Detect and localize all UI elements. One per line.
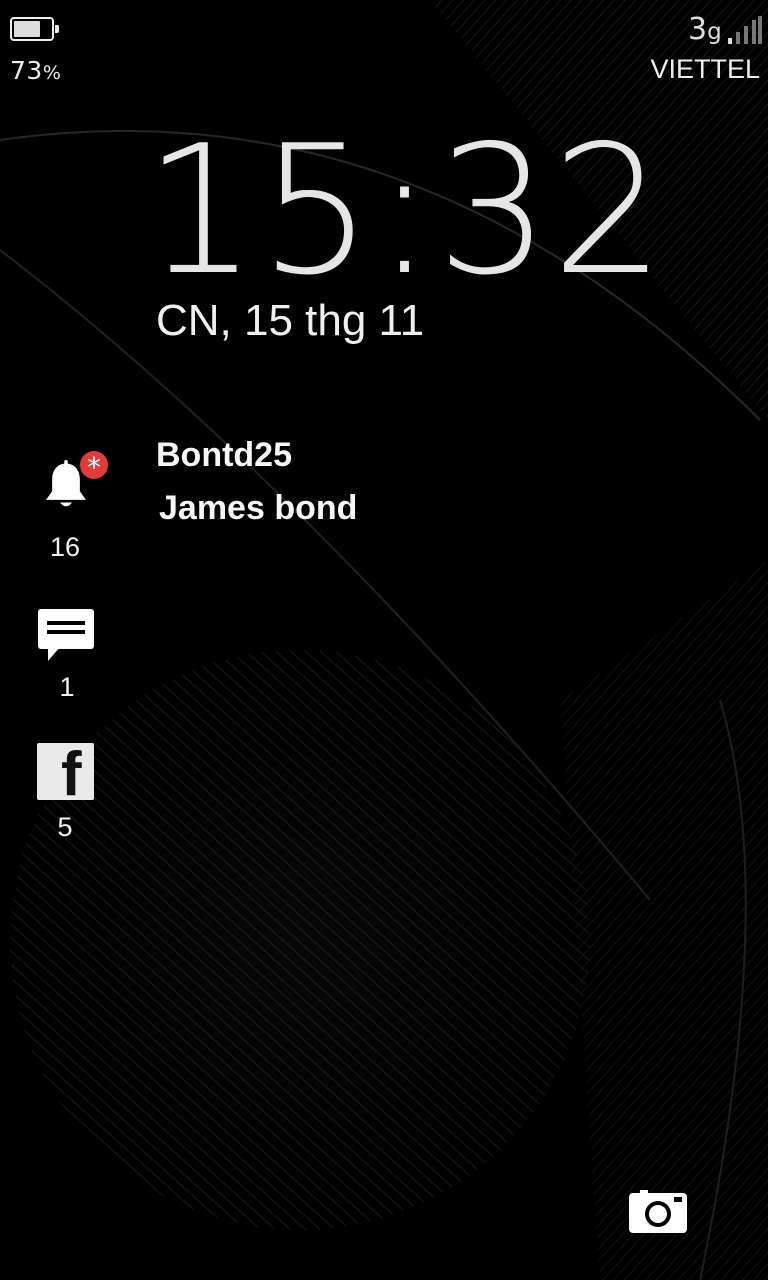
lock-screen-clock: 15:32 (144, 107, 667, 314)
facebook-icon[interactable]: f (37, 743, 94, 800)
messages-count: 1 (59, 672, 75, 702)
facebook-count: 5 (57, 812, 73, 842)
battery-percentage: 73% (10, 56, 62, 85)
battery-icon (10, 17, 59, 41)
message-icon[interactable] (38, 609, 94, 661)
asterisk-icon: * (80, 451, 108, 484)
network-type-indicator: 3g (688, 12, 722, 47)
facebook-glyph: f (61, 743, 82, 801)
alerts-count: 16 (49, 532, 81, 562)
lock-screen-date: CN, 15 thg 11 (156, 296, 425, 345)
carrier-name: VIETTEL (650, 54, 760, 84)
signal-strength-icon (728, 16, 762, 44)
battery-level-fill (14, 21, 41, 37)
notification-preview-line: James bond (159, 489, 358, 527)
camera-icon[interactable] (628, 1188, 688, 1234)
notification-preview-line: Bontd25 (156, 436, 292, 474)
